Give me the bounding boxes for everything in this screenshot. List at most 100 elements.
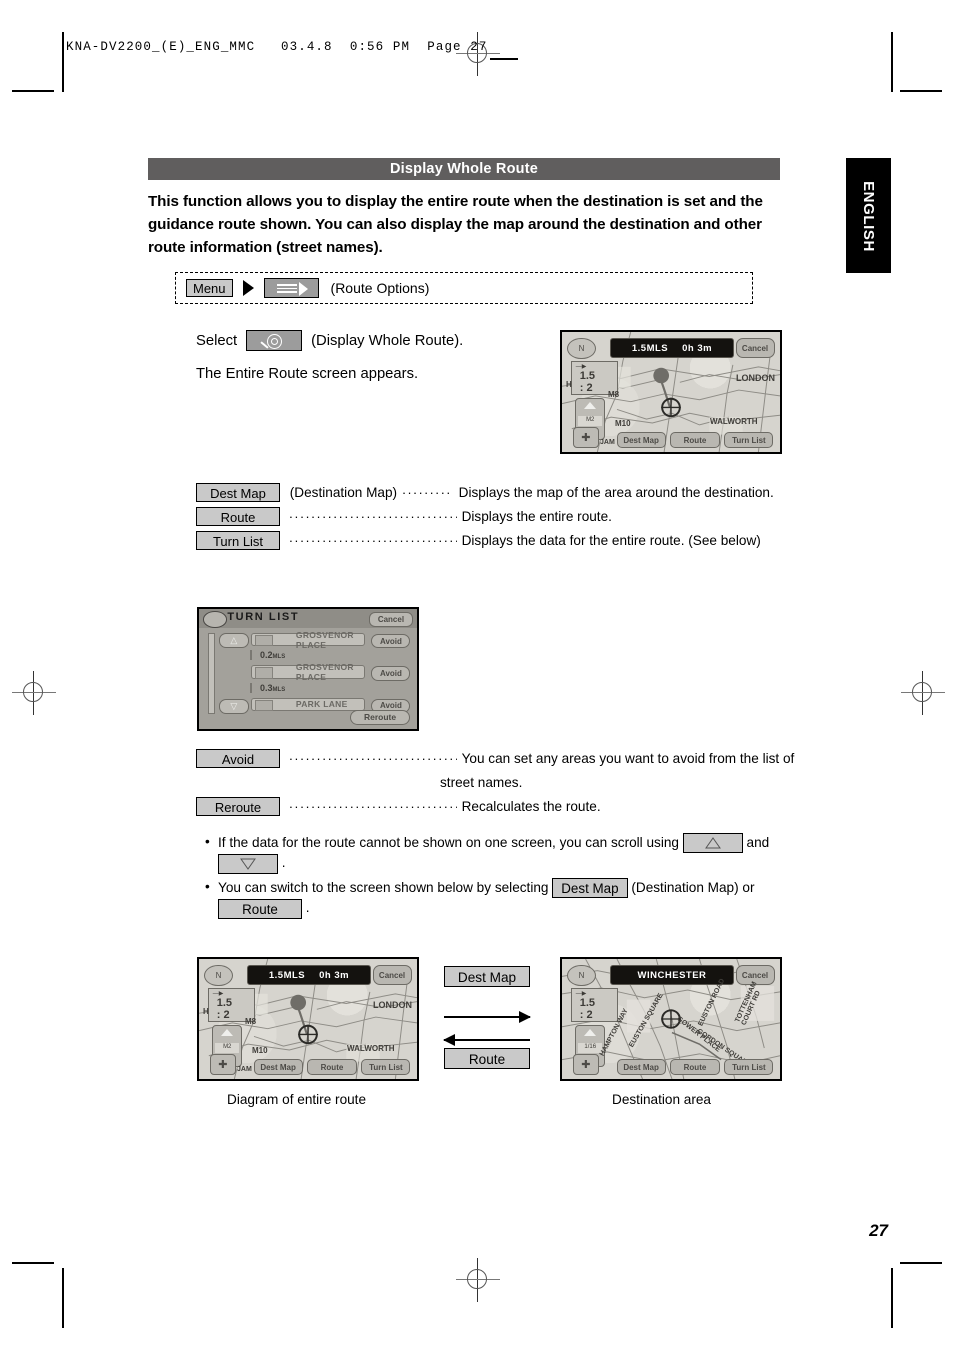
turn-list-row[interactable]: GROSVENOR PLACE	[251, 662, 365, 682]
registration-mark-left	[12, 671, 56, 715]
dest-map-button[interactable]: Dest Map	[253, 1058, 303, 1076]
turn-list-button[interactable]: Turn List	[724, 431, 774, 449]
info-distance: 1.5	[579, 996, 596, 1009]
turn-list-screen[interactable]: TURN LIST Cancel △ ▽ GROSVENOR PLACE Avo…	[197, 607, 419, 731]
dest-map-switch-button[interactable]: Dest Map	[444, 966, 530, 987]
zoom-crosshair-icon[interactable]: ✚	[572, 1054, 599, 1076]
crop-mark-bottom-right-h	[900, 1262, 942, 1264]
display-whole-route-icon[interactable]	[246, 330, 303, 351]
caption-right: Destination area	[612, 1092, 711, 1107]
turn-list-button[interactable]: Turn List	[361, 1058, 411, 1076]
crop-mark-top-right-h	[900, 90, 942, 92]
dest-map-inline-button[interactable]: Dest Map	[552, 878, 628, 899]
turn-list-button[interactable]: Turn List	[724, 1058, 774, 1076]
info-header: —▶	[575, 990, 587, 997]
scrollbar-track[interactable]	[207, 633, 216, 714]
legend-dots-route: ·································	[288, 509, 457, 524]
reroute-key[interactable]: Reroute	[196, 797, 280, 816]
avoid-button[interactable]: Avoid	[371, 634, 411, 649]
cancel-button[interactable]: Cancel	[372, 965, 412, 985]
map-button-row[interactable]: Dest Map Route Turn List	[616, 431, 774, 449]
route-summary-bar: 1.5MLS 0h 3m	[609, 338, 735, 358]
turn-list-title: TURN LIST	[227, 611, 300, 624]
page-number: 27	[869, 1221, 888, 1240]
scroll-up-icon[interactable]	[221, 1029, 234, 1036]
route-time: 0h 3m	[319, 969, 350, 981]
section-intro: This function allows you to display the …	[148, 193, 763, 256]
map-scale: M2	[578, 415, 603, 426]
turn-list-key[interactable]: Turn List	[196, 531, 280, 550]
diagram-entire-route-screen[interactable]: N 1.5MLS 0h 3m Cancel —▶ 1.5 : 2 M2 ✚ LO…	[197, 957, 419, 1081]
scroll-down-icon[interactable]	[218, 853, 278, 874]
switch-arrow-left-icon	[443, 1034, 530, 1046]
route-button[interactable]: Route	[670, 1058, 720, 1076]
route-button[interactable]: Route	[307, 1058, 357, 1076]
print-slug: KNA-DV2200_(E)_ENG_MMC 03.4.8 0:56 PM Pa…	[66, 40, 488, 54]
caption-left: Diagram of entire route	[227, 1092, 367, 1107]
legend-dots-turn-list: ·································	[288, 533, 457, 548]
reroute-button[interactable]: Reroute	[349, 709, 411, 725]
route-options-icon[interactable]	[263, 278, 319, 298]
turn-street-name: GROSVENOR PLACE	[295, 629, 354, 650]
home-icon[interactable]	[203, 611, 228, 628]
map-button-row[interactable]: Dest Map Route Turn List	[616, 1058, 774, 1076]
legend-row-turn-list: Turn List ······························…	[196, 531, 761, 550]
cancel-button[interactable]: Cancel	[369, 612, 413, 628]
switch-arrow-right-icon	[444, 1011, 531, 1023]
turn-list-row[interactable]: PARK LANE	[251, 697, 365, 711]
legend-mid-dest-map: (Destination Map)	[289, 485, 398, 500]
legend-row-avoid: Avoid ································· …	[196, 749, 794, 768]
section-title: Display Whole Route	[148, 158, 780, 180]
scroll-up-icon[interactable]: △	[218, 633, 249, 649]
avoid-key[interactable]: Avoid	[196, 749, 280, 768]
map-button-row[interactable]: Dest Map Route Turn List	[253, 1058, 411, 1076]
language-tab: ENGLISH	[846, 158, 891, 273]
path-arrow-icon	[242, 280, 254, 296]
scroll-up-icon[interactable]	[584, 1029, 597, 1036]
note-scroll: If the data for the route cannot be show…	[205, 832, 795, 874]
crop-mark-bottom-left-v	[62, 1268, 64, 1328]
destination-area-screen[interactable]: N WINCHESTER Cancel —▶ 1.5 : 2 1/16 ✚ EU…	[560, 957, 782, 1081]
select-prefix: Select	[196, 332, 238, 349]
dest-map-key[interactable]: Dest Map	[196, 483, 280, 502]
zoom-crosshair-icon[interactable]: ✚	[572, 427, 599, 449]
dest-map-button[interactable]: Dest Map	[616, 431, 666, 449]
entire-route-screen[interactable]: N 1.5MLS 0h 3m Cancel —▶ 1.5 : 2 M2 ✚ LO…	[560, 330, 782, 454]
scroll-up-icon[interactable]	[584, 402, 597, 409]
zoom-crosshair-icon[interactable]: ✚	[209, 1054, 236, 1076]
map-scale: 1/16	[578, 1042, 603, 1053]
route-time: 0h 3m	[682, 342, 713, 354]
legend-dots-dest-map: ·········	[401, 485, 452, 500]
scroll-up-icon[interactable]	[682, 833, 743, 854]
path-note: (Route Options)	[330, 280, 430, 296]
route-key[interactable]: Route	[196, 507, 280, 526]
crop-mark-top-left-v	[62, 32, 64, 92]
legend-row-route: Route ································· …	[196, 507, 612, 526]
note-scroll-period: .	[281, 855, 286, 871]
note-scroll-text: If the data for the route cannot be show…	[218, 835, 679, 850]
note-scroll-and: and	[746, 835, 770, 850]
legend-desc-dest-map: Displays the map of the area around the …	[458, 485, 774, 500]
avoid-button[interactable]: Avoid	[371, 666, 411, 681]
scroll-down-icon[interactable]: ▽	[218, 698, 249, 714]
cancel-button[interactable]: Cancel	[735, 965, 775, 985]
straight-icon	[254, 699, 274, 711]
compass-north-icon[interactable]: N	[567, 965, 596, 987]
compass-north-icon[interactable]: N	[567, 338, 596, 360]
route-info-panel: —▶ 1.5 : 2	[207, 987, 256, 1023]
legend-dots-reroute: ·································	[288, 799, 457, 814]
turn-distance: 0.3MLS	[249, 682, 286, 693]
route-info-panel: —▶ 1.5 : 2	[570, 360, 619, 396]
menu-button[interactable]: Menu	[186, 279, 233, 297]
route-summary-bar: 1.5MLS 0h 3m	[246, 965, 372, 985]
route-button[interactable]: Route	[670, 431, 720, 449]
compass-north-icon[interactable]: N	[204, 965, 233, 987]
cancel-button[interactable]: Cancel	[735, 338, 775, 358]
registration-mark-right	[901, 671, 945, 715]
turn-distance: 0.2MLS	[249, 650, 286, 661]
turn-list-row[interactable]: GROSVENOR PLACE	[251, 630, 365, 650]
note-switch-period: .	[305, 900, 310, 916]
route-switch-button[interactable]: Route	[444, 1048, 530, 1069]
dest-map-button[interactable]: Dest Map	[616, 1058, 666, 1076]
route-inline-button[interactable]: Route	[218, 898, 302, 919]
